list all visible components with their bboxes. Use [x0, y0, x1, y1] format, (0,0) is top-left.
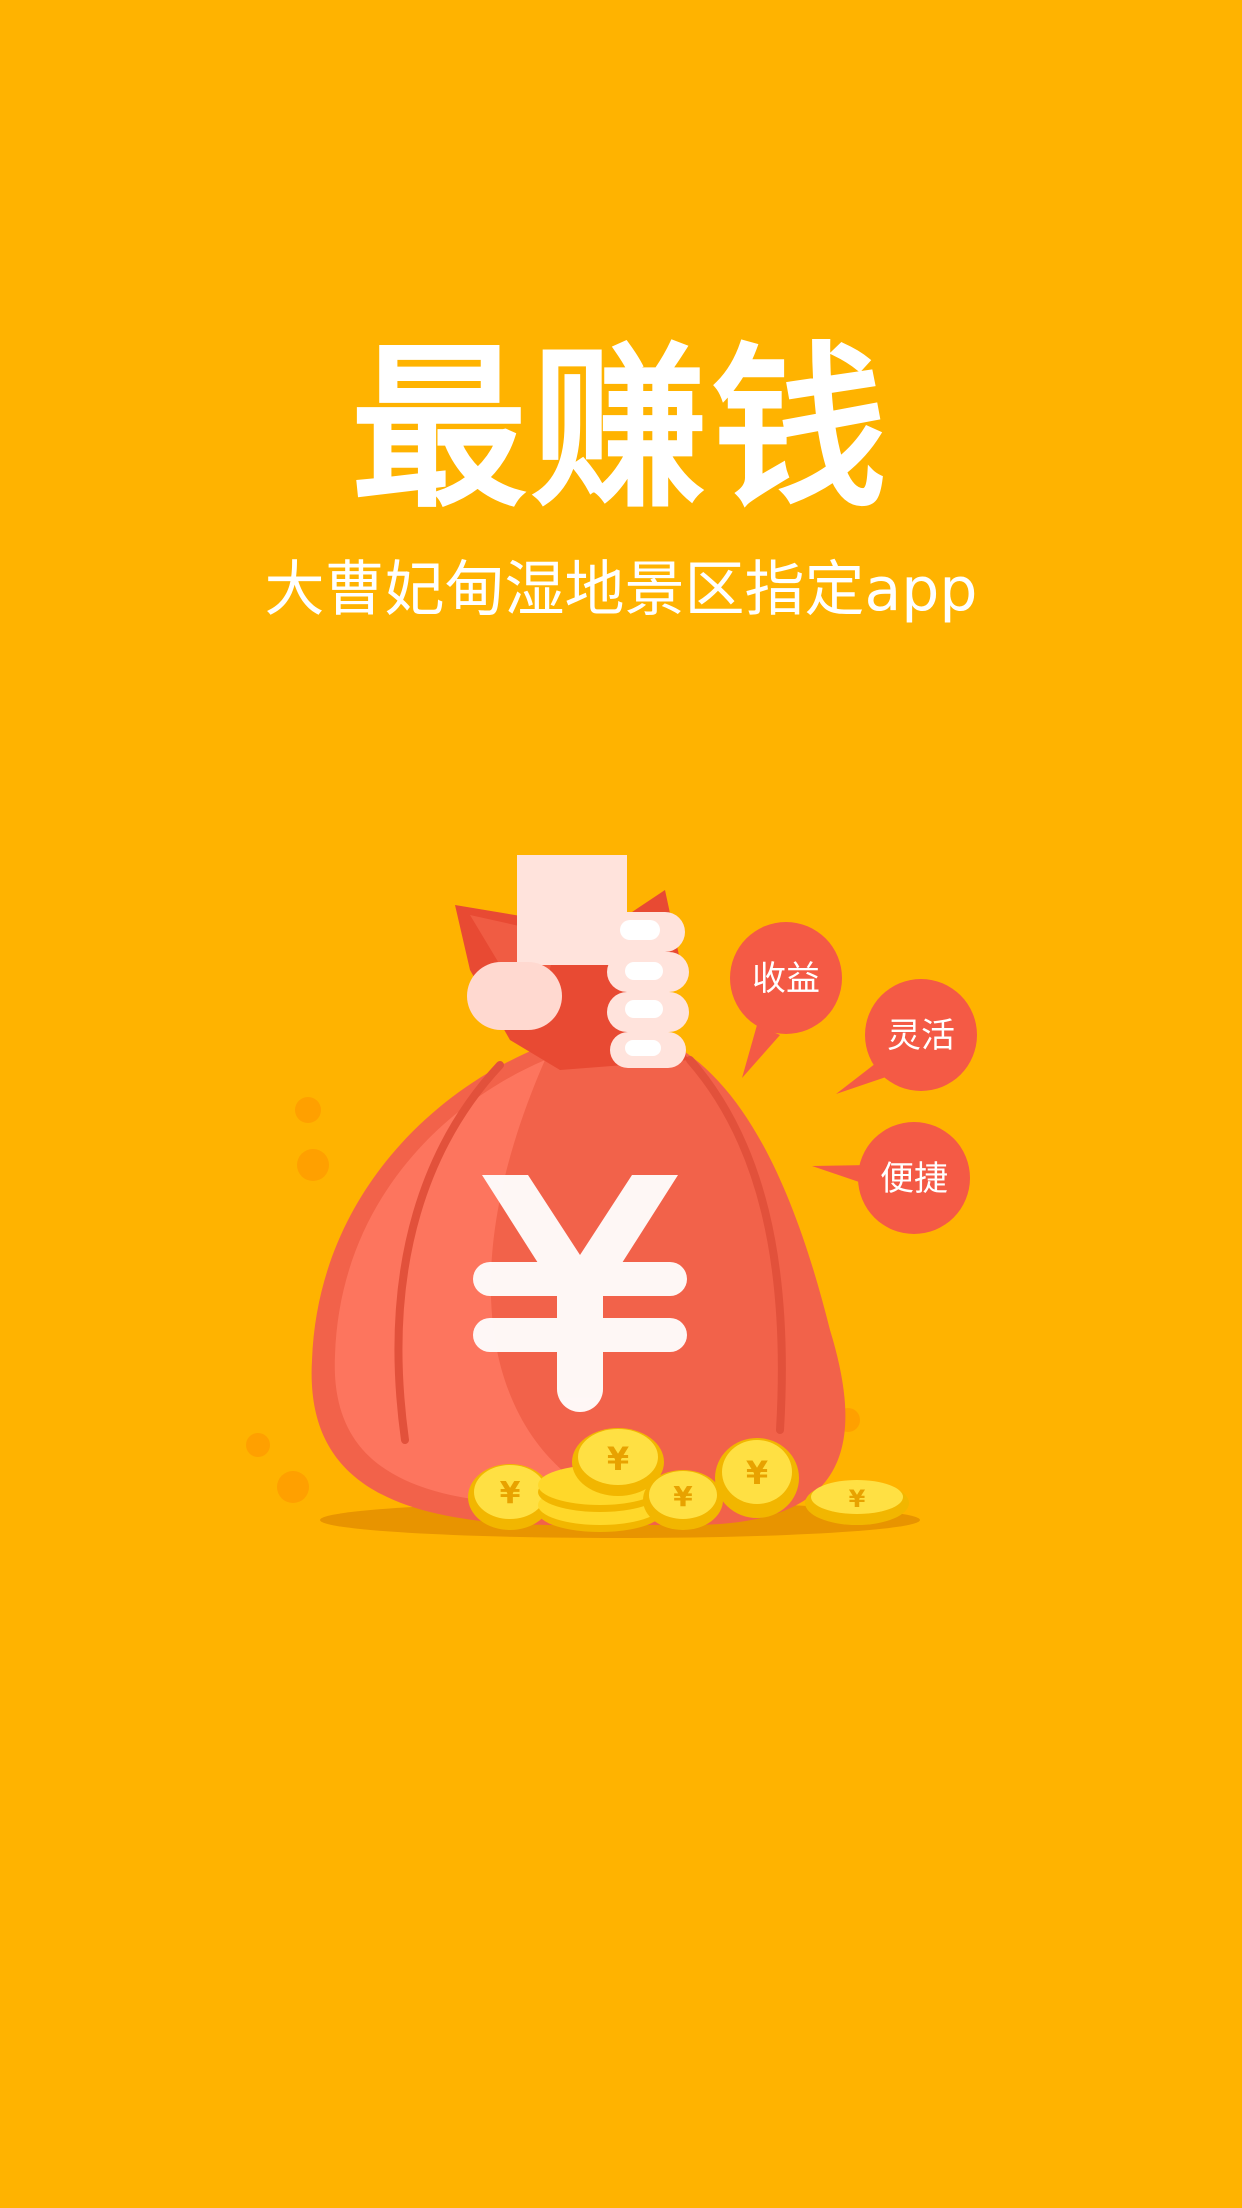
svg-text:¥: ¥: [607, 1440, 629, 1478]
splash-screen: 最赚钱 大曹妃甸湿地景区指定app ¥ ¥ ¥ ¥ ¥ 收益 灵活 便捷: [0, 0, 1242, 2208]
bubble-label-shouyi: 收益: [752, 959, 820, 999]
bubble-shouyi: 收益: [730, 922, 842, 1078]
bubble-label-bianjie: 便捷: [880, 1159, 948, 1199]
decor-dot: [295, 1097, 321, 1123]
svg-text:¥: ¥: [500, 1476, 521, 1511]
money-bag-illustration: ¥ ¥ ¥ ¥ ¥ 收益 灵活 便捷: [246, 855, 977, 1538]
decor-dot: [297, 1149, 329, 1181]
bubble-linghuo: 灵活: [836, 979, 977, 1094]
bubble-label-linghuo: 灵活: [887, 1016, 955, 1056]
decor-dot: [246, 1433, 270, 1457]
svg-text:¥: ¥: [849, 1485, 866, 1513]
decor-dot: [277, 1471, 309, 1503]
bubble-bianjie: 便捷: [812, 1122, 970, 1234]
svg-text:¥: ¥: [673, 1480, 693, 1513]
svg-text:¥: ¥: [746, 1454, 768, 1492]
